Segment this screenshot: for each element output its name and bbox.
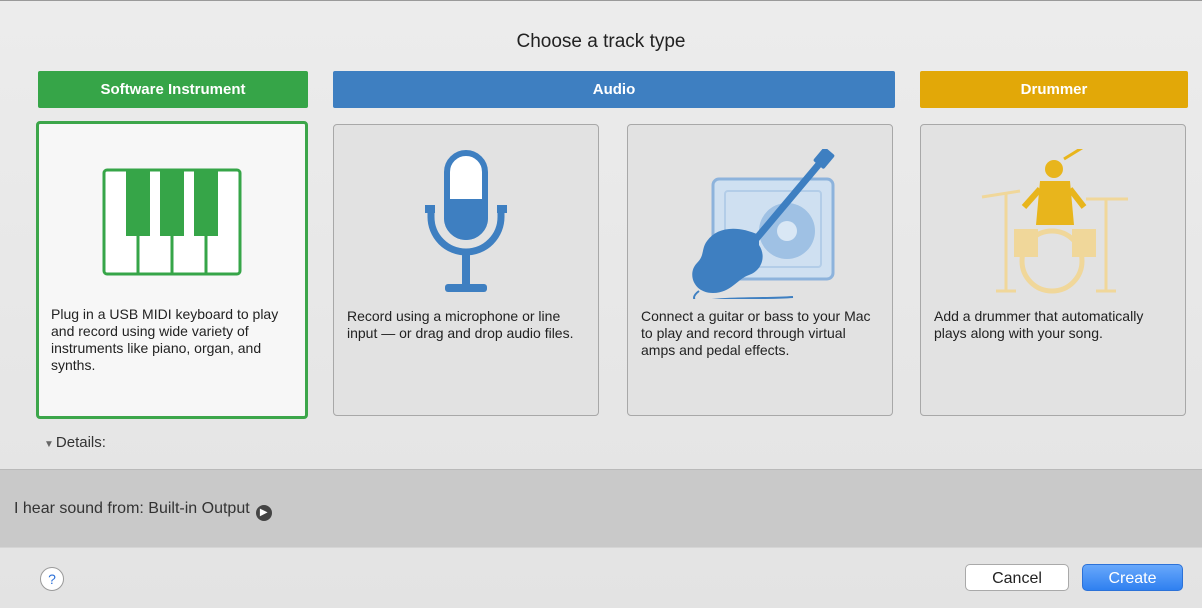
piano-keyboard-icon xyxy=(39,148,305,298)
details-label: Details: xyxy=(55,434,106,451)
microphone-card[interactable]: Record using a microphone or line input … xyxy=(333,124,599,416)
software-instrument-card[interactable]: Plug in a USB MIDI keyboard to play and … xyxy=(36,121,308,419)
drummer-card[interactable]: Add a drummer that automatically plays a… xyxy=(920,124,1186,416)
guitar-amp-icon xyxy=(628,149,892,299)
category-drummer: Drummer xyxy=(920,71,1188,108)
microphone-icon xyxy=(334,149,598,299)
details-panel: I hear sound from: Built-in Output ▶ xyxy=(0,469,1202,548)
drummer-icon xyxy=(921,149,1185,299)
dialog-title: Choose a track type xyxy=(516,31,686,52)
cancel-button[interactable]: Cancel xyxy=(965,564,1069,591)
category-audio: Audio xyxy=(333,71,895,108)
help-button[interactable]: ? xyxy=(40,567,64,591)
guitar-card[interactable]: Connect a guitar or bass to your Mac to … xyxy=(627,124,893,416)
go-arrow-icon[interactable]: ▶ xyxy=(255,505,272,521)
create-button[interactable]: Create xyxy=(1082,564,1183,591)
output-label: I hear sound from: Built-in Output xyxy=(14,500,250,517)
card-description: Plug in a USB MIDI keyboard to play and … xyxy=(51,306,279,373)
details-disclosure[interactable]: ▼ Details: xyxy=(44,434,106,451)
card-description: Connect a guitar or bass to your Mac to … xyxy=(641,308,871,358)
disclosure-triangle-icon: ▼ xyxy=(44,439,54,450)
card-description: Record using a microphone or line input … xyxy=(347,308,574,341)
card-description: Add a drummer that automatically plays a… xyxy=(934,308,1144,341)
category-software-instrument: Software Instrument xyxy=(38,71,308,108)
new-track-dialog: Choose a track type Software Instrument … xyxy=(0,0,1202,608)
output-info: I hear sound from: Built-in Output ▶ xyxy=(14,500,272,521)
